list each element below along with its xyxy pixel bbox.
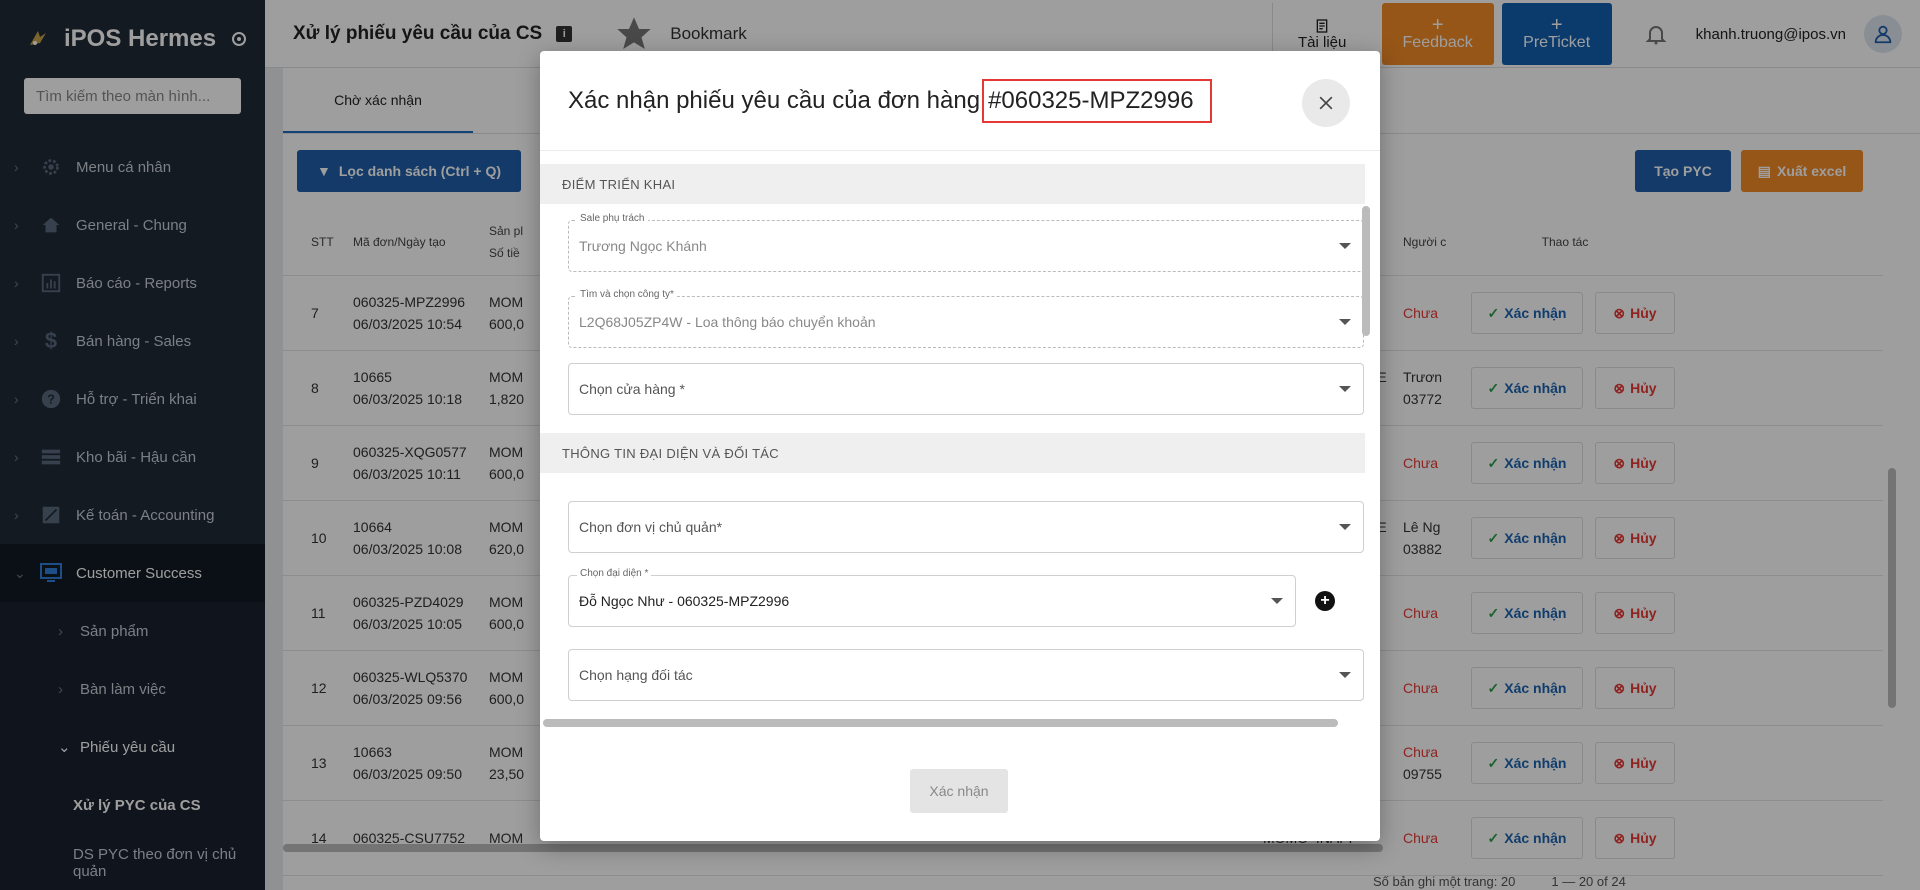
unit-select[interactable]: Chọn đơn vị chủ quản* <box>568 501 1364 553</box>
chevron-down-icon <box>1339 243 1351 249</box>
chevron-down-icon <box>1339 386 1351 392</box>
chevron-down-icon <box>1271 598 1283 604</box>
confirm-request-modal: Xác nhận phiếu yêu cầu của đơn hàng #060… <box>540 51 1380 841</box>
representative-value: Đỗ Ngọc Như - 060325-MPZ2996 <box>579 593 790 609</box>
chevron-down-icon <box>1339 524 1351 530</box>
section-dai-dien-doi-tac: THÔNG TIN ĐẠI DIỆN VÀ ĐỐI TÁC <box>540 433 1365 473</box>
company-field[interactable]: Tìm và chọn công ty* L2Q68J05ZP4W - Loa … <box>568 289 1364 348</box>
representative-label: Chọn đại diện * <box>577 568 652 579</box>
modal-vertical-scrollbar[interactable] <box>1362 206 1370 336</box>
company-field-value: L2Q68J05ZP4W - Loa thông báo chuyển khoả… <box>579 314 876 330</box>
representative-row: Chọn đại diện * Đỗ Ngọc Như - 060325-MPZ… <box>540 568 1365 627</box>
confirm-button[interactable]: Xác nhận <box>910 769 1008 813</box>
modal-header: Xác nhận phiếu yêu cầu của đơn hàng #060… <box>540 51 1380 151</box>
partner-tier-select[interactable]: Chọn hạng đối tác <box>568 649 1364 701</box>
chevron-down-icon <box>1339 319 1351 325</box>
close-button[interactable] <box>1302 79 1350 127</box>
chevron-down-icon <box>1339 672 1351 678</box>
sale-field-label: Sale phụ trách <box>577 213 648 224</box>
modal-title: Xác nhận phiếu yêu cầu của đơn hàng <box>568 86 981 114</box>
store-placeholder: Chọn cửa hàng * <box>579 381 685 397</box>
order-code-highlight: #060325-MPZ2996 <box>982 78 1212 123</box>
add-representative-icon[interactable]: + <box>1315 591 1335 611</box>
unit-placeholder: Chọn đơn vị chủ quản* <box>579 519 723 535</box>
representative-select[interactable]: Chọn đại diện * Đỗ Ngọc Như - 060325-MPZ… <box>568 568 1296 627</box>
store-select[interactable]: Chọn cửa hàng * <box>568 363 1364 415</box>
partner-tier-placeholder: Chọn hạng đối tác <box>579 667 693 683</box>
sale-field[interactable]: Sale phụ trách Trương Ngọc Khánh <box>568 213 1364 272</box>
sale-field-value: Trương Ngọc Khánh <box>579 238 707 254</box>
close-icon <box>1319 96 1333 110</box>
modal-horizontal-scrollbar[interactable] <box>543 719 1338 727</box>
modal-body: ĐIỂM TRIỂN KHAI Sale phụ trách Trương Ng… <box>540 164 1365 724</box>
company-field-label: Tìm và chọn công ty* <box>577 289 677 300</box>
section-diem-trien-khai: ĐIỂM TRIỂN KHAI <box>540 164 1365 204</box>
